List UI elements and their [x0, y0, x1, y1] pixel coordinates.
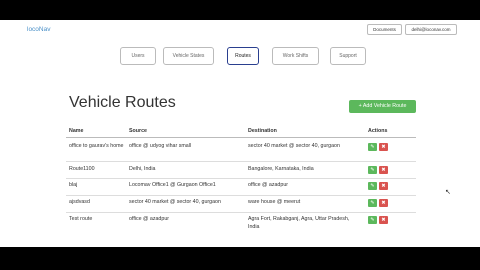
nav-work-shifts[interactable]: Work Shifts [272, 47, 319, 65]
cell-name: Test route [69, 216, 93, 222]
page: locoNav Documents delhi@loconav.com User… [0, 20, 480, 247]
cell-source: office @ azadpur [129, 216, 170, 222]
row-divider [66, 195, 416, 196]
delete-button[interactable]: ✖ [379, 182, 388, 190]
cell-name: ajsdvasd [69, 199, 90, 205]
row-divider [66, 161, 416, 162]
cell-name: office to gaurav's home [69, 143, 124, 149]
header-divider [66, 137, 416, 138]
nav-users[interactable]: Users [120, 47, 156, 65]
cell-name: Route1100 [69, 166, 95, 172]
cell-source: office @ udyog vihar small [129, 143, 192, 149]
column-header-actions: Actions [368, 128, 388, 134]
brand-logo[interactable]: locoNav [27, 26, 50, 33]
cell-source: Delhi, India [129, 166, 156, 172]
pencil-icon: ✎ [370, 200, 375, 206]
edit-button[interactable]: ✎ [368, 216, 377, 224]
cell-destination: office @ azadpur [248, 182, 289, 188]
column-header-destination: Destination [248, 128, 277, 134]
nav-vehicle-states[interactable]: Vehicle States [163, 47, 214, 65]
pencil-icon: ✎ [370, 183, 375, 189]
column-header-source: Source [129, 128, 147, 134]
cell-destination: ware house @ meerut [248, 199, 301, 205]
row-divider [66, 178, 416, 179]
times-icon: ✖ [381, 183, 386, 189]
edit-button[interactable]: ✎ [368, 199, 377, 207]
bottom-letterbox [0, 247, 480, 270]
user-menu-button[interactable]: delhi@loconav.com [405, 24, 457, 35]
pencil-icon: ✎ [370, 144, 375, 150]
cell-source: sector 40 market @ sector 40, gurgaon [129, 199, 221, 205]
page-title: Vehicle Routes [69, 94, 176, 111]
nav-support[interactable]: Support [330, 47, 366, 65]
delete-button[interactable]: ✖ [379, 143, 388, 151]
edit-button[interactable]: ✎ [368, 166, 377, 174]
mouse-cursor-icon: ↖ [445, 189, 451, 196]
edit-button[interactable]: ✎ [368, 182, 377, 190]
edit-button[interactable]: ✎ [368, 143, 377, 151]
top-letterbox [0, 0, 480, 20]
add-vehicle-route-button[interactable]: + Add Vehicle Route [349, 100, 416, 113]
times-icon: ✖ [381, 217, 386, 223]
cell-name: blaj [69, 182, 78, 188]
cell-source: Locomav Office1 @ Gurgaon Office1 [129, 182, 216, 188]
delete-button[interactable]: ✖ [379, 199, 388, 207]
times-icon: ✖ [381, 200, 386, 206]
pencil-icon: ✎ [370, 217, 375, 223]
delete-button[interactable]: ✖ [379, 216, 388, 224]
times-icon: ✖ [381, 167, 386, 173]
cell-destination: sector 40 market @ sector 40, gurgaon [248, 143, 340, 149]
cell-destination: Bangalore, Karnataka, India [248, 166, 314, 172]
delete-button[interactable]: ✖ [379, 166, 388, 174]
documents-button[interactable]: Documents [367, 24, 402, 35]
row-divider [66, 212, 416, 213]
nav-routes[interactable]: Routes [227, 47, 259, 65]
times-icon: ✖ [381, 144, 386, 150]
cell-destination: Agra Fort, Rakabganj, Agra, Uttar Prades… [248, 216, 350, 230]
column-header-name: Name [69, 128, 84, 134]
pencil-icon: ✎ [370, 167, 375, 173]
